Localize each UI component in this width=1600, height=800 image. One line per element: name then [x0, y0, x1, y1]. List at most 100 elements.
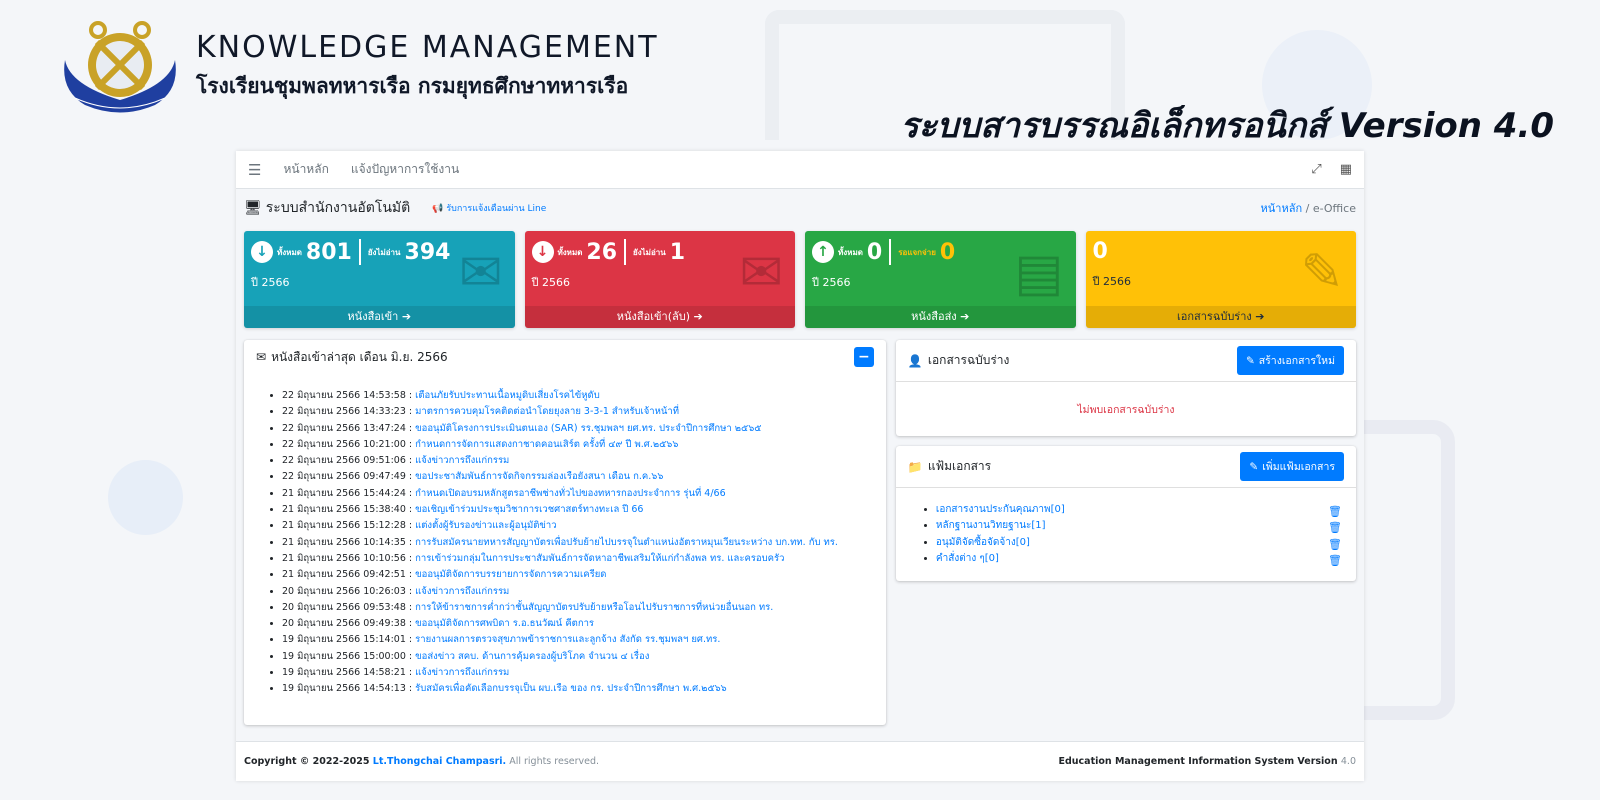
decor-circle	[108, 460, 183, 535]
news-item: 22 มิถุนายน 2566 09:51:06 : แจ้งข่าวการถ…	[282, 453, 886, 469]
news-date: 22 มิถุนายน 2566 09:51:06 :	[282, 455, 416, 467]
folder-link[interactable]: อนุมัติจัดซื้อจัดจ้าง[0]	[936, 537, 1030, 548]
page-title-text: ระบบสำนักงานอัตโนมัติ	[265, 200, 411, 216]
collapse-button[interactable]: −	[853, 347, 874, 367]
news-item: 21 มิถุนายน 2566 15:38:40 : ขอเชิญเข้าร่…	[282, 502, 886, 518]
edit-icon: ✎	[1249, 460, 1259, 473]
envelope-icon: ✉	[256, 350, 267, 364]
unread-count: 1	[669, 239, 686, 265]
news-link[interactable]: กำหนดการจัดการแสดงกาชาดคอนเสิร์ต ครั้งที…	[415, 439, 678, 450]
add-folder-button[interactable]: ✎ เพิ่มแฟ้มเอกสาร	[1240, 452, 1344, 481]
divider	[889, 239, 892, 265]
breadcrumb: หน้าหลัก / e-Office	[1261, 199, 1356, 217]
nav-link-report-problem[interactable]: แจ้งปัญหาการใช้งาน	[351, 160, 459, 179]
grid-apps-icon[interactable]: ▦	[1340, 162, 1352, 177]
unread-label: ยังไม่อ่าน	[633, 247, 666, 257]
news-link[interactable]: แจ้งข่าวการถึงแก่กรรม	[415, 455, 509, 466]
breadcrumb-current: e-Office	[1312, 202, 1356, 215]
monitor-icon: 🖥	[244, 200, 262, 216]
create-document-button[interactable]: ✎ สร้างเอกสารใหม่	[1236, 346, 1344, 375]
rights-text: All rights reserved.	[506, 756, 600, 767]
news-date: 20 มิถุนายน 2566 09:49:38 :	[282, 618, 416, 630]
news-link[interactable]: แจ้งข่าวการถึงแก่กรรม	[415, 667, 509, 678]
news-date: 19 มิถุนายน 2566 14:54:13 :	[282, 683, 416, 695]
news-link[interactable]: การเข้าร่วมกลุ่มในการประชาสัมพันธ์การจัด…	[415, 553, 784, 564]
breadcrumb-separator: /	[1305, 202, 1310, 215]
system-title: ระบบสารบรรณอิเล็กทรอนิกส์ Version 4.0	[900, 106, 1554, 146]
folder-item: คำสั่งต่าง ๆ[0] 🗑	[936, 551, 1342, 567]
news-link[interactable]: ขอประชาสัมพันธ์การจัดกิจกรรมล่องเรือยังส…	[415, 471, 663, 482]
news-item: 19 มิถุนายน 2566 14:58:21 : แจ้งข่าวการถ…	[282, 665, 886, 681]
main-row: ✉ หนังสือเข้าล่าสุด เดือน มิ.ย. 2566 − 2…	[236, 340, 1364, 725]
news-link[interactable]: รับสมัครเพื่อคัดเลือกบรรจุเป็น ผบ.เรือ ข…	[415, 683, 727, 694]
news-item: 21 มิถุนายน 2566 15:12:28 : แต่งตั้งผู้ร…	[282, 518, 886, 534]
news-item: 19 มิถุนายน 2566 15:14:01 : รายงานผลการต…	[282, 632, 886, 648]
system-version: Education Management Information System …	[1058, 756, 1356, 767]
nav-link-home[interactable]: หน้าหลัก	[283, 160, 328, 179]
incoming-secret-letters-link[interactable]: หนังสือเข้า(ลับ) ➔	[524, 306, 795, 328]
news-date: 20 มิถุนายน 2566 09:53:48 :	[282, 601, 416, 613]
news-date: 22 มิถุนายน 2566 09:47:49 :	[282, 471, 416, 483]
news-date: 22 มิถุนายน 2566 10:21:00 :	[282, 438, 416, 450]
fullscreen-icon[interactable]: ⤢	[1311, 162, 1321, 177]
news-date: 21 มิถุนายน 2566 10:10:56 :	[282, 552, 416, 564]
news-date: 21 มิถุนายน 2566 09:42:51 :	[282, 569, 416, 581]
news-item: 20 มิถุนายน 2566 09:49:38 : ขออนุมัติจัด…	[282, 616, 886, 632]
brand-title: KNOWLEDGE MANAGEMENT	[196, 30, 659, 65]
folder-link[interactable]: เอกสารงานประกันคุณภาพ[0]	[936, 504, 1065, 515]
news-item: 22 มิถุนายน 2566 10:21:00 : กำหนดการจัดก…	[282, 437, 886, 453]
app-frame: ☰ หน้าหลัก แจ้งปัญหาการใช้งาน ⤢ ▦ 🖥 ระบบ…	[236, 151, 1364, 781]
news-link[interactable]: ขอเชิญเข้าร่วมประชุมวิชาการเวชศาสตร์ทางท…	[415, 504, 643, 515]
news-link[interactable]: ขออนุมัติโครงการประเมินตนเอง (SAR) รร.ชุ…	[415, 423, 761, 434]
create-document-label: สร้างเอกสารใหม่	[1258, 355, 1335, 367]
news-date: 19 มิถุนายน 2566 15:14:01 :	[282, 634, 416, 646]
outgoing-letters-box: ↑ ทั้งหมด 0 รอแจกจ่าย 0 ปี 2566 ▤ หนังสื…	[805, 231, 1076, 328]
stat-boxes: ↓ ทั้งหมด 801 ยังไม่อ่าน 394 ปี 2566 ✉ ห…	[236, 231, 1364, 328]
news-date: 21 มิถุนายน 2566 15:12:28 :	[282, 520, 416, 532]
line-notify-link[interactable]: 📢 รับการแจ้งเตือนผ่าน Line	[432, 201, 546, 215]
news-link[interactable]: แจ้งข่าวการถึงแก่กรรม	[415, 586, 509, 597]
news-link[interactable]: กำหนดเปิดอบรมหลักสูตรอาชีพช่างทั่วไปของท…	[415, 488, 726, 499]
news-link[interactable]: การให้ข้าราชการค่ำกว่าชั้นสัญญาบัตรปรับย…	[415, 602, 773, 613]
news-link[interactable]: เตือนภัยรับประทานเนื้อหมูดิบเสี่ยงโรคไข้…	[415, 390, 600, 401]
breadcrumb-home[interactable]: หน้าหลัก	[1261, 202, 1303, 215]
incoming-letters-link[interactable]: หนังสือเข้า ➔	[244, 306, 515, 328]
folder-icon: 📁	[907, 459, 923, 474]
news-date: 19 มิถุนายน 2566 14:58:21 :	[282, 667, 416, 679]
news-link[interactable]: การรับสมัครนายทหารสัญญาบัตรเพื่อปรับย้าย…	[415, 537, 838, 548]
copyright-text: Copyright © 2022-2025	[244, 756, 373, 767]
latest-incoming-header: ✉ หนังสือเข้าล่าสุด เดือน มิ.ย. 2566 −	[244, 340, 886, 374]
copyright: Copyright © 2022-2025 Lt.Thongchai Champ…	[244, 756, 599, 767]
folder-link[interactable]: คำสั่งต่าง ๆ[0]	[936, 553, 999, 564]
draft-card: 👤 เอกสารฉบับร่าง ✎ สร้างเอกสารใหม่ ไม่พบ…	[895, 340, 1356, 436]
draft-count: 0	[1092, 239, 1108, 264]
folder-link[interactable]: หลักฐานงานวิทยฐานะ[1]	[936, 520, 1046, 531]
incoming-secret-letters-box: ↓ ทั้งหมด 26 ยังไม่อ่าน 1 ปี 2566 ✉ หนัง…	[524, 231, 795, 328]
right-column: 👤 เอกสารฉบับร่าง ✎ สร้างเอกสารใหม่ ไม่พบ…	[895, 340, 1356, 725]
trash-icon[interactable]: 🗑	[1328, 553, 1342, 569]
total-label: ทั้งหมด	[277, 247, 302, 257]
news-link[interactable]: ขอส่งข่าว สคบ. ด้านการคุ้มครองผู้บริโภค …	[415, 651, 649, 662]
news-date: 20 มิถุนายน 2566 10:26:03 :	[282, 585, 416, 597]
draft-card-title: เอกสารฉบับร่าง	[927, 353, 1010, 367]
top-navbar: ☰ หน้าหลัก แจ้งปัญหาการใช้งาน ⤢ ▦	[236, 151, 1364, 189]
page-title: 🖥 ระบบสำนักงานอัตโนมัติ	[244, 197, 410, 219]
news-item: 21 มิถุนายน 2566 10:14:35 : การรับสมัครน…	[282, 535, 886, 551]
news-link[interactable]: แต่งตั้งผู้รับรองข่าวและผู้อนุมัติข่าว	[415, 520, 556, 531]
user-secret-icon: 👤	[907, 353, 923, 368]
news-date: 22 มิถุนายน 2566 14:53:58 :	[282, 390, 416, 401]
unread-count: 394	[404, 239, 451, 265]
envelope-open-icon: ✉	[739, 243, 783, 303]
hamburger-menu-icon[interactable]: ☰	[248, 161, 261, 179]
folder-list: เอกสารงานประกันคุณภาพ[0] 🗑 หลักฐานงานวิทย…	[896, 488, 1356, 581]
unread-label: ยังไม่อ่าน	[367, 247, 401, 257]
news-link[interactable]: ขออนุมัติจัดการศพบิดา ร.อ.ธนวัฒน์ คีตการ	[415, 618, 594, 629]
news-link[interactable]: มาตรการควบคุมโรคติดต่อนำโดยยุงลาย 3-3-1 …	[415, 406, 679, 417]
draft-documents-link[interactable]: เอกสารฉบับร่าง ➔	[1085, 306, 1356, 328]
navy-school-logo	[55, 20, 185, 116]
news-link[interactable]: ขออนุมัติจัดการบรรยายการจัดการความเครียด	[415, 569, 606, 580]
pencil-icon: ✎	[1300, 243, 1344, 303]
news-link[interactable]: รายงานผลการตรวจสุขภาพข้าราชการและลูกจ้าง…	[415, 634, 720, 645]
author-link[interactable]: Lt.Thongchai Champasri.	[373, 756, 506, 767]
outgoing-letters-link[interactable]: หนังสือส่ง ➔	[805, 306, 1076, 328]
